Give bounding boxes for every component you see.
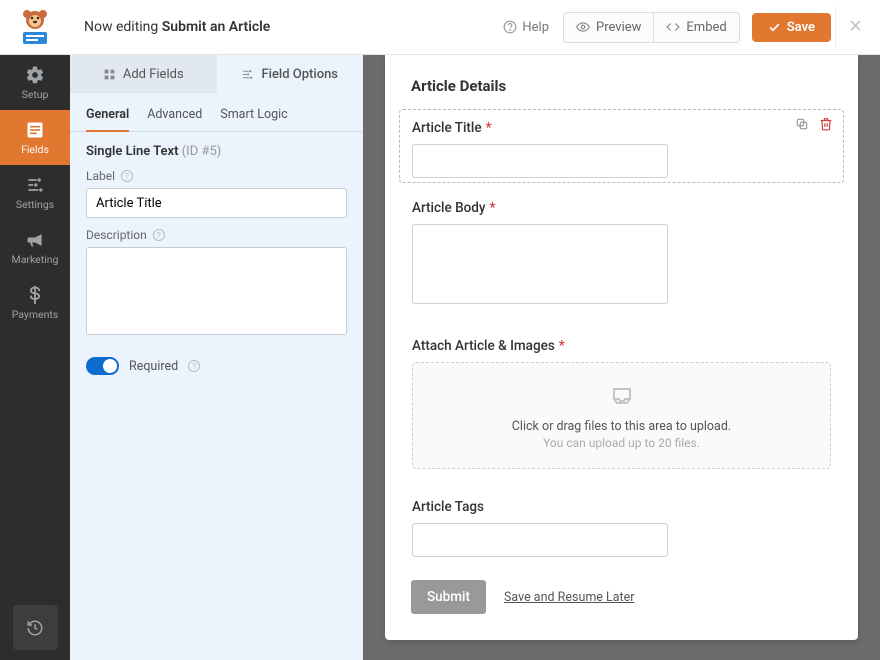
required-toggle[interactable] bbox=[86, 357, 119, 375]
close-button[interactable] bbox=[847, 17, 864, 38]
label-input[interactable] bbox=[86, 188, 347, 218]
nav-marketing-label: Marketing bbox=[12, 253, 59, 266]
delete-field-button[interactable] bbox=[819, 116, 833, 135]
field-type-heading: Single Line Text (ID #5) bbox=[70, 132, 363, 159]
preview-embed-group: Preview Embed bbox=[563, 12, 740, 43]
save-button[interactable]: Save bbox=[752, 13, 831, 42]
field-label: Attach Article & Images* bbox=[412, 338, 831, 354]
now-editing-prefix: Now editing bbox=[84, 19, 162, 35]
field-article-title[interactable]: Article Title* bbox=[399, 109, 844, 183]
nav-payments[interactable]: Payments bbox=[0, 275, 70, 330]
nav-setup[interactable]: Setup bbox=[0, 55, 70, 110]
help-link[interactable]: Help bbox=[503, 20, 549, 35]
form-title: Submit an Article bbox=[162, 19, 271, 35]
section-title: Article Details bbox=[399, 77, 844, 95]
preview-label: Preview bbox=[596, 20, 641, 35]
required-label: Required bbox=[129, 359, 178, 374]
file-upload-dropzone[interactable]: Click or drag files to this area to uplo… bbox=[412, 362, 831, 469]
field-label: Article Tags bbox=[412, 499, 831, 515]
field-id: (ID #5) bbox=[182, 144, 222, 159]
gear-icon bbox=[25, 65, 45, 85]
brand-logo bbox=[0, 0, 70, 55]
field-type-name: Single Line Text bbox=[86, 144, 178, 159]
tab-add-fields-label: Add Fields bbox=[123, 67, 184, 82]
label-field-label: Label ? bbox=[86, 169, 347, 183]
tab-field-options-label: Field Options bbox=[261, 67, 338, 82]
nav-marketing[interactable]: Marketing bbox=[0, 220, 70, 275]
form-icon bbox=[25, 120, 45, 140]
upload-text-secondary: You can upload up to 20 files. bbox=[423, 436, 820, 450]
subtab-advanced[interactable]: Advanced bbox=[147, 98, 202, 131]
embed-label: Embed bbox=[686, 20, 726, 35]
history-icon bbox=[26, 619, 44, 637]
embed-button[interactable]: Embed bbox=[653, 13, 738, 42]
vertical-nav: Setup Fields Settings Marketing Payments bbox=[0, 55, 70, 660]
top-bar: Now editing Submit an Article Help Previ… bbox=[70, 0, 880, 55]
history-button[interactable] bbox=[13, 605, 58, 650]
dollar-icon bbox=[25, 285, 45, 305]
megaphone-icon bbox=[25, 230, 45, 250]
help-label: Help bbox=[522, 20, 549, 35]
now-editing-label: Now editing Submit an Article bbox=[84, 19, 270, 35]
field-label: Article Title* bbox=[412, 120, 831, 136]
inbox-icon bbox=[423, 385, 820, 413]
field-options-panel: Add Fields Field Options General Advance… bbox=[70, 55, 363, 660]
help-icon[interactable]: ? bbox=[121, 170, 133, 182]
tab-add-fields[interactable]: Add Fields bbox=[70, 55, 217, 93]
nav-payments-label: Payments bbox=[12, 308, 59, 321]
article-title-input[interactable] bbox=[412, 144, 668, 178]
save-label: Save bbox=[787, 20, 815, 35]
panel-tabs: Add Fields Field Options bbox=[70, 55, 363, 93]
nav-fields-label: Fields bbox=[21, 143, 49, 156]
trash-icon bbox=[819, 117, 833, 131]
nav-settings[interactable]: Settings bbox=[0, 165, 70, 220]
save-resume-link[interactable]: Save and Resume Later bbox=[504, 590, 635, 605]
field-label: Article Body* bbox=[412, 200, 831, 216]
field-article-body[interactable]: Article Body* bbox=[399, 189, 844, 313]
grid-icon bbox=[103, 68, 116, 81]
field-attach[interactable]: Attach Article & Images* Click or drag f… bbox=[399, 327, 844, 474]
duplicate-field-button[interactable] bbox=[795, 116, 809, 135]
help-icon[interactable]: ? bbox=[153, 229, 165, 241]
tab-field-options[interactable]: Field Options bbox=[217, 55, 364, 93]
subtab-smart-logic[interactable]: Smart Logic bbox=[220, 98, 287, 131]
submit-button[interactable]: Submit bbox=[411, 580, 486, 614]
help-icon[interactable]: ? bbox=[188, 360, 200, 372]
article-tags-input[interactable] bbox=[412, 523, 668, 557]
sub-tabs: General Advanced Smart Logic bbox=[70, 98, 363, 132]
subtab-general[interactable]: General bbox=[86, 98, 129, 132]
form-canvas: Article Details Article Title* Article B… bbox=[363, 55, 880, 660]
field-article-tags[interactable]: Article Tags bbox=[399, 488, 844, 562]
nav-settings-label: Settings bbox=[16, 198, 54, 211]
upload-text-primary: Click or drag files to this area to uplo… bbox=[423, 419, 820, 434]
nav-setup-label: Setup bbox=[22, 88, 49, 101]
nav-fields[interactable]: Fields bbox=[0, 110, 70, 165]
description-field-label: Description ? bbox=[86, 228, 347, 242]
preview-button[interactable]: Preview bbox=[564, 13, 653, 42]
description-textarea[interactable] bbox=[86, 247, 347, 335]
copy-icon bbox=[795, 117, 809, 131]
article-body-textarea[interactable] bbox=[412, 224, 668, 304]
sliders-icon bbox=[241, 68, 254, 81]
sliders-icon bbox=[25, 175, 45, 195]
form-preview: Article Details Article Title* Article B… bbox=[385, 55, 858, 640]
